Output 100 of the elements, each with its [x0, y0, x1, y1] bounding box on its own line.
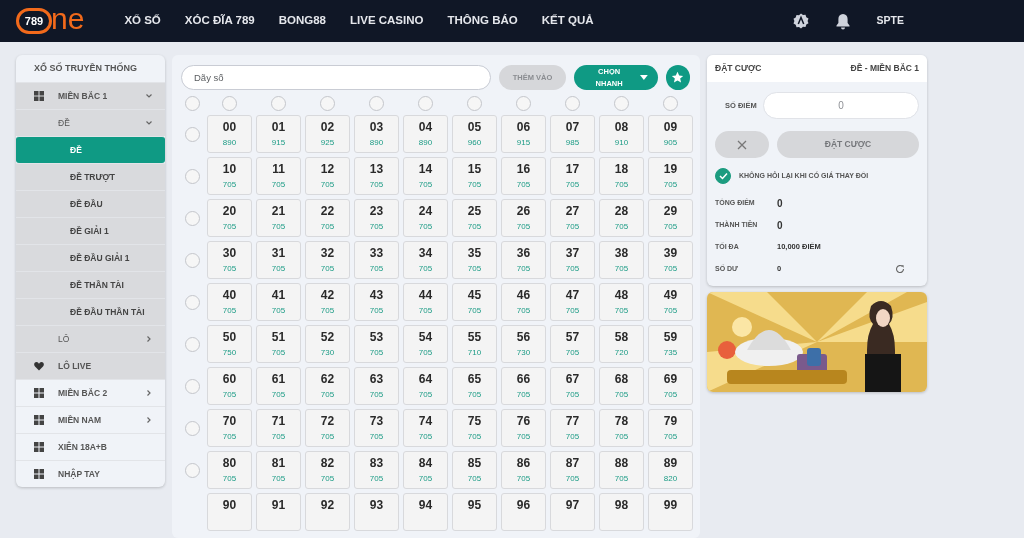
number-tile[interactable]: 39 705 — [648, 241, 693, 279]
sidebar-item[interactable]: ĐỀ TRƯỢT — [16, 163, 165, 190]
number-tile[interactable]: 66 705 — [501, 367, 546, 405]
sidebar-item[interactable]: ĐỀ ĐẦU GIẢI 1 — [16, 244, 165, 271]
number-tile[interactable]: 22 705 — [305, 199, 350, 237]
number-tile[interactable]: 50 750 — [207, 325, 252, 363]
number-tile[interactable]: 37 705 — [550, 241, 595, 279]
number-tile[interactable]: 45 705 — [452, 283, 497, 321]
number-tile[interactable]: 29 705 — [648, 199, 693, 237]
nav-link[interactable]: BONG88 — [278, 12, 326, 30]
sidebar-item[interactable]: NHẬP TAY — [16, 460, 165, 487]
number-tile[interactable]: 14 705 — [403, 157, 448, 195]
number-tile[interactable]: 90 — [207, 493, 252, 531]
number-tile[interactable]: 09 905 — [648, 115, 693, 153]
number-tile[interactable]: 03 890 — [354, 115, 399, 153]
number-tile[interactable]: 79 705 — [648, 409, 693, 447]
sidebar-item[interactable]: ĐỀ — [16, 109, 165, 136]
number-tile[interactable]: 06 915 — [501, 115, 546, 153]
number-tile[interactable]: 34 705 — [403, 241, 448, 279]
number-tile[interactable]: 71 705 — [256, 409, 301, 447]
number-tile[interactable]: 12 705 — [305, 157, 350, 195]
number-tile[interactable]: 43 705 — [354, 283, 399, 321]
number-tile[interactable]: 85 705 — [452, 451, 497, 489]
sidebar-item[interactable]: ĐỀ ĐẦU THẦN TÀI — [16, 298, 165, 325]
number-tile[interactable]: 51 705 — [256, 325, 301, 363]
number-tile[interactable]: 23 705 — [354, 199, 399, 237]
number-tile[interactable]: 02 925 — [305, 115, 350, 153]
sidebar-item[interactable]: ĐỀ — [16, 136, 165, 163]
row-select-radio[interactable] — [184, 126, 200, 142]
number-tile[interactable]: 18 705 — [599, 157, 644, 195]
row-select-radio[interactable] — [184, 462, 200, 478]
number-tile[interactable]: 70 705 — [207, 409, 252, 447]
sidebar-item[interactable]: LÔ — [16, 325, 165, 352]
number-tile[interactable]: 63 705 — [354, 367, 399, 405]
number-tile[interactable]: 93 — [354, 493, 399, 531]
column-select-radio[interactable] — [663, 96, 678, 111]
number-tile[interactable]: 11 705 — [256, 157, 301, 195]
number-tile[interactable]: 92 — [305, 493, 350, 531]
number-tile[interactable]: 80 705 — [207, 451, 252, 489]
number-tile[interactable]: 21 705 — [256, 199, 301, 237]
sidebar-item[interactable]: LÔ LIVE — [16, 352, 165, 379]
row-select-radio[interactable] — [184, 378, 200, 394]
number-tile[interactable]: 38 705 — [599, 241, 644, 279]
number-tile[interactable]: 16 705 — [501, 157, 546, 195]
number-tile[interactable]: 56 730 — [501, 325, 546, 363]
number-tile[interactable]: 73 705 — [354, 409, 399, 447]
number-tile[interactable]: 30 705 — [207, 241, 252, 279]
number-tile[interactable]: 91 — [256, 493, 301, 531]
number-tile[interactable]: 33 705 — [354, 241, 399, 279]
number-tile[interactable]: 35 705 — [452, 241, 497, 279]
nav-link[interactable]: XỔ SỐ — [124, 12, 161, 30]
sidebar-item[interactable]: MIỀN BẮC 1 — [16, 82, 165, 109]
row-select-radio[interactable] — [184, 168, 200, 184]
number-tile[interactable]: 10 705 — [207, 157, 252, 195]
number-tile[interactable]: 01 915 — [256, 115, 301, 153]
number-tile[interactable]: 58 720 — [599, 325, 644, 363]
number-tile[interactable]: 52 730 — [305, 325, 350, 363]
sidebar-item[interactable]: MIỀN BẮC 2 — [16, 379, 165, 406]
number-tile[interactable]: 68 705 — [599, 367, 644, 405]
number-tile[interactable]: 26 705 — [501, 199, 546, 237]
checkbox[interactable] — [715, 168, 731, 184]
column-select-radio[interactable] — [369, 96, 384, 111]
points-field[interactable]: 0 — [763, 92, 919, 119]
notification-bell-icon[interactable] — [834, 12, 851, 30]
row-select-radio[interactable] — [184, 252, 200, 268]
number-tile[interactable]: 69 705 — [648, 367, 693, 405]
number-tile[interactable]: 41 705 — [256, 283, 301, 321]
badge-icon[interactable] — [792, 13, 809, 29]
number-tile[interactable]: 07 985 — [550, 115, 595, 153]
number-tile[interactable]: 55 710 — [452, 325, 497, 363]
number-tile[interactable]: 24 705 — [403, 199, 448, 237]
favorite-button[interactable] — [665, 65, 690, 90]
number-tile[interactable]: 42 705 — [305, 283, 350, 321]
number-tile[interactable]: 75 705 — [452, 409, 497, 447]
sidebar-item[interactable]: XIÊN 18A+B — [16, 433, 165, 460]
number-tile[interactable]: 83 705 — [354, 451, 399, 489]
sidebar-item[interactable]: MIỀN NAM — [16, 406, 165, 433]
number-tile[interactable]: 28 705 — [599, 199, 644, 237]
number-tile[interactable]: 17 705 — [550, 157, 595, 195]
row-select-radio[interactable] — [184, 210, 200, 226]
number-tile[interactable]: 94 — [403, 493, 448, 531]
sidebar-item[interactable]: ĐỀ GIẢI 1 — [16, 217, 165, 244]
number-tile[interactable]: 59 735 — [648, 325, 693, 363]
number-tile[interactable]: 62 705 — [305, 367, 350, 405]
number-tile[interactable]: 96 — [501, 493, 546, 531]
number-tile[interactable]: 64 705 — [403, 367, 448, 405]
column-select-radio[interactable] — [320, 96, 335, 111]
number-tile[interactable]: 76 705 — [501, 409, 546, 447]
number-tile[interactable]: 27 705 — [550, 199, 595, 237]
number-tile[interactable]: 20 705 — [207, 199, 252, 237]
number-tile[interactable]: 99 — [648, 493, 693, 531]
nav-link[interactable]: KẾT QUẢ — [541, 12, 594, 30]
column-select-radio[interactable] — [565, 96, 580, 111]
number-tile[interactable]: 65 705 — [452, 367, 497, 405]
number-tile[interactable]: 05 960 — [452, 115, 497, 153]
sidebar-item[interactable]: ĐỀ ĐẦU — [16, 190, 165, 217]
number-tile[interactable]: 60 705 — [207, 367, 252, 405]
number-tile[interactable]: 57 705 — [550, 325, 595, 363]
number-tile[interactable]: 49 705 — [648, 283, 693, 321]
number-tile[interactable]: 19 705 — [648, 157, 693, 195]
